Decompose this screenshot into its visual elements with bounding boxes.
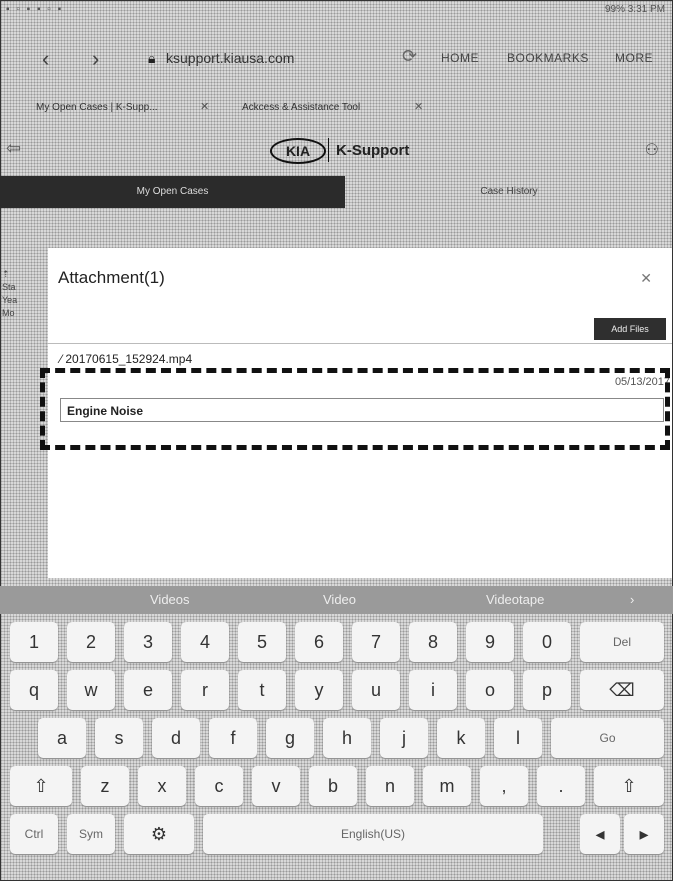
close-tab-icon[interactable]: ✕ xyxy=(200,100,209,113)
delete-key[interactable]: Del xyxy=(580,622,664,662)
shift-key-right[interactable]: ⇧ xyxy=(594,766,664,806)
suggestion-3[interactable]: Videotape xyxy=(486,592,544,607)
kia-logo: KIA xyxy=(270,138,326,164)
key-c[interactable]: c xyxy=(195,766,243,806)
key-2[interactable]: 2 xyxy=(67,622,115,662)
forward-icon[interactable]: › xyxy=(92,46,99,72)
key-a[interactable]: a xyxy=(38,718,86,758)
key-b[interactable]: b xyxy=(309,766,357,806)
user-icon[interactable]: ⚇ xyxy=(645,140,659,160)
home-button[interactable]: HOME xyxy=(441,51,479,65)
add-files-button[interactable]: Add Files xyxy=(594,318,666,340)
key-g[interactable]: g xyxy=(266,718,314,758)
key-w[interactable]: w xyxy=(67,670,115,710)
key-d[interactable]: d xyxy=(152,718,200,758)
site-title: K-Support xyxy=(336,142,410,159)
key-v[interactable]: v xyxy=(252,766,300,806)
key-l[interactable]: l xyxy=(494,718,542,758)
arrow-right-icon: ▸ xyxy=(639,824,649,844)
backspace-icon: ⌫ xyxy=(609,680,635,700)
key-t[interactable]: t xyxy=(238,670,286,710)
status-bar: ▪ ▫ ▪ ▪ ▫ ▪ 99% 3:31 PM xyxy=(0,0,673,20)
lock-icon: 🔒︎ xyxy=(148,50,156,66)
suggestion-1[interactable]: Videos xyxy=(150,592,190,607)
key-z[interactable]: z xyxy=(81,766,129,806)
key-8[interactable]: 8 xyxy=(409,622,457,662)
browser-tabs: My Open Cases | K-Supp... ✕ Ackcess & As… xyxy=(0,92,673,122)
url-field[interactable]: ksupport.kiausa.com xyxy=(166,50,294,66)
bookmarks-button[interactable]: BOOKMARKS xyxy=(507,51,589,65)
back-arrow-icon[interactable]: ⇦ xyxy=(6,138,21,159)
key-e[interactable]: e xyxy=(124,670,172,710)
space-key[interactable]: English(US) xyxy=(203,814,543,854)
backspace-key[interactable]: ⌫ xyxy=(580,670,664,710)
back-icon[interactable]: ‹ xyxy=(42,46,49,72)
key-n[interactable]: n xyxy=(366,766,414,806)
status-right: 99% 3:31 PM xyxy=(605,4,665,15)
onscreen-keyboard: Videos Video Videotape › 1 2 3 4 5 6 7 8… xyxy=(0,586,673,881)
divider xyxy=(328,138,329,162)
file-name: 20170615_152924.mp4 xyxy=(65,352,193,366)
gear-icon: ⚙ xyxy=(150,824,168,844)
tab-case-history[interactable]: Case History xyxy=(345,176,673,208)
key-m[interactable]: m xyxy=(423,766,471,806)
key-i[interactable]: i xyxy=(409,670,457,710)
key-f[interactable]: f xyxy=(209,718,257,758)
key-3[interactable]: 3 xyxy=(124,622,172,662)
site-header: ⇦ KIA K-Support ⚇ xyxy=(0,132,673,170)
suggestion-2[interactable]: Video xyxy=(323,592,356,607)
battery-level: 99% xyxy=(604,4,625,15)
arrow-left-icon: ◂ xyxy=(595,824,605,844)
notification-icons: ▪ ▫ ▪ ▪ ▫ ▪ xyxy=(6,4,64,15)
dialog-title: Attachment(1) xyxy=(58,268,165,287)
key-1[interactable]: 1 xyxy=(10,622,58,662)
shift-icon: ⇧ xyxy=(621,776,637,796)
shift-icon: ⇧ xyxy=(33,776,49,796)
key-r[interactable]: r xyxy=(181,670,229,710)
cursor-right-key[interactable]: ▸ xyxy=(624,814,664,854)
tab-my-open-cases[interactable]: My Open Cases xyxy=(0,176,345,208)
highlight-box xyxy=(40,368,670,450)
tab-open-cases[interactable]: My Open Cases | K-Supp... xyxy=(36,102,158,113)
key-x[interactable]: x xyxy=(138,766,186,806)
key-4[interactable]: 4 xyxy=(181,622,229,662)
suggestion-expand-icon[interactable]: › xyxy=(630,592,634,607)
key-j[interactable]: j xyxy=(380,718,428,758)
close-icon[interactable]: ✕ xyxy=(640,270,652,287)
close-tab-icon[interactable]: ✕ xyxy=(414,100,423,113)
paperclip-icon: ⁄ xyxy=(60,352,63,366)
key-o[interactable]: o xyxy=(466,670,514,710)
sym-key[interactable]: Sym xyxy=(67,814,115,854)
status-time: 3:31 PM xyxy=(627,4,665,15)
cursor-left-key[interactable]: ◂ xyxy=(580,814,620,854)
divider xyxy=(48,343,672,344)
key-period[interactable]: . xyxy=(537,766,585,806)
key-h[interactable]: h xyxy=(323,718,371,758)
key-6[interactable]: 6 xyxy=(295,622,343,662)
key-5[interactable]: 5 xyxy=(238,622,286,662)
browser-toolbar: ‹ › 🔒︎ ksupport.kiausa.com ⟳ HOME BOOKMA… xyxy=(0,38,673,82)
key-9[interactable]: 9 xyxy=(466,622,514,662)
key-7[interactable]: 7 xyxy=(352,622,400,662)
settings-key[interactable]: ⚙ xyxy=(124,814,194,854)
key-comma[interactable]: , xyxy=(480,766,528,806)
more-button[interactable]: MORE xyxy=(615,51,653,65)
key-k[interactable]: k xyxy=(437,718,485,758)
key-p[interactable]: p xyxy=(523,670,571,710)
background-case-text: ⇡ Sta Yea Mo xyxy=(2,269,18,318)
key-y[interactable]: y xyxy=(295,670,343,710)
shift-key[interactable]: ⇧ xyxy=(10,766,72,806)
reload-icon[interactable]: ⟳ xyxy=(402,46,417,67)
tab-assistance-tool[interactable]: Ackcess & Assistance Tool xyxy=(242,102,360,113)
ctrl-key[interactable]: Ctrl xyxy=(10,814,58,854)
key-q[interactable]: q xyxy=(10,670,58,710)
go-key[interactable]: Go xyxy=(551,718,664,758)
attachment-file[interactable]: ⁄ 20170615_152924.mp4 xyxy=(60,352,192,366)
key-u[interactable]: u xyxy=(352,670,400,710)
key-0[interactable]: 0 xyxy=(523,622,571,662)
key-s[interactable]: s xyxy=(95,718,143,758)
